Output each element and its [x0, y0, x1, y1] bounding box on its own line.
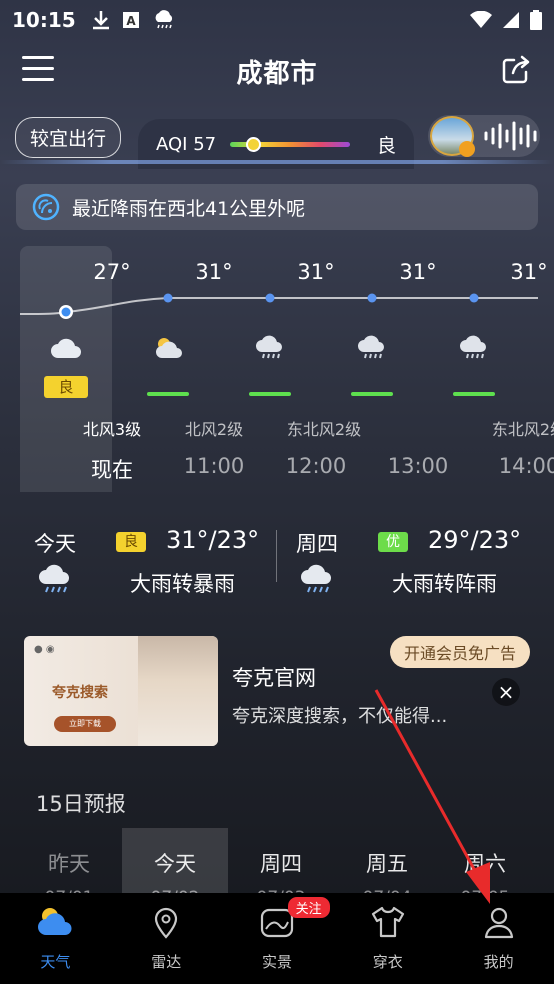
day-label: 周四	[296, 532, 338, 556]
tab-label: 雷达	[151, 953, 182, 971]
hour-column[interactable]: 31° 13:00	[326, 246, 448, 492]
aqi-value: 57	[193, 133, 217, 155]
hourly-forecast[interactable]: 27° 良 北风3级 现在 31° 北风2级 11:00 31° 东北风2级 1…	[16, 246, 554, 494]
forecast-tab-label: 今天	[154, 852, 196, 876]
radar-icon	[32, 193, 60, 221]
battery-icon	[530, 10, 542, 30]
day-aqi-badge: 良	[116, 532, 146, 552]
download-icon	[92, 11, 109, 30]
rain-icon	[39, 564, 69, 593]
forecast-tab[interactable]: 昨天 07/01	[16, 828, 122, 908]
tab-profile[interactable]: 我的	[443, 893, 554, 984]
travel-chip[interactable]: 较宜出行	[15, 117, 122, 158]
font-icon: A	[122, 12, 139, 28]
hour-time: 14:00	[498, 454, 554, 478]
tab-photos[interactable]: 关注 实景	[222, 893, 333, 984]
partly-cloudy-icon	[156, 338, 182, 358]
tab-clothing[interactable]: 穿衣	[332, 893, 443, 984]
profile-icon	[484, 907, 513, 939]
radar-location-icon	[155, 907, 178, 939]
day-temp: 31°/23°	[166, 526, 260, 554]
city-title[interactable]: 成都市	[236, 53, 317, 90]
status-bar: 10:15 A	[0, 0, 554, 40]
day-card-tomorrow[interactable]: 周四 优 29°/23° 大雨转阵雨	[278, 510, 528, 598]
tab-radar[interactable]: 雷达	[111, 893, 222, 984]
rain-icon	[358, 335, 384, 359]
vip-remove-ads-button[interactable]: 开通会员免广告	[389, 636, 530, 668]
forecast-tab-label: 周五	[366, 852, 408, 876]
share-icon[interactable]	[500, 54, 532, 86]
close-icon[interactable]: ×	[492, 678, 520, 706]
rain-icon	[301, 564, 331, 593]
divider	[276, 530, 277, 582]
ad-image-title: 夸克搜索	[52, 685, 108, 701]
forecast-tab-label: 周六	[464, 852, 506, 876]
hour-column[interactable]: 31° 北风2级 11:00	[122, 246, 244, 492]
forecast-title: 15日预报	[36, 792, 126, 816]
header: 成都市	[0, 48, 554, 94]
menu-icon[interactable]	[22, 56, 54, 84]
aqi-scale-bar	[230, 136, 351, 152]
forecast-tab-label: 周四	[260, 852, 302, 876]
hour-column-now[interactable]: 27° 良 北风3级 现在	[20, 246, 141, 492]
forecast-tabs: 昨天 07/01 今天 07/02 周四 07/03 周五 07/04 周六 0…	[16, 828, 538, 908]
aqi-bar	[147, 392, 189, 396]
rain-status-icon	[155, 10, 172, 29]
hour-wind: 东北风2级	[491, 420, 554, 439]
tab-weather[interactable]: 天气	[0, 893, 111, 984]
aqi-badge: 良	[44, 376, 88, 398]
tab-label: 实景	[261, 953, 292, 971]
day-aqi-badge: 优	[378, 532, 408, 552]
ad-image[interactable]: ● ◉ 夸克搜索 立即下载	[24, 636, 218, 746]
divider-glow	[0, 160, 554, 164]
hour-temp: 31°	[510, 260, 548, 284]
aqi-indicator-dot	[245, 136, 261, 152]
follow-badge: 关注	[287, 897, 330, 918]
rain-icon	[460, 335, 486, 359]
aqi-bar	[453, 392, 495, 396]
aqi-bar	[249, 392, 291, 396]
forecast-tab-today[interactable]: 今天 07/02	[122, 828, 228, 908]
aqi-level: 良	[376, 134, 396, 157]
day-desc: 大雨转暴雨	[130, 572, 235, 596]
wifi-icon	[470, 11, 492, 28]
rain-icon	[256, 335, 282, 359]
audio-wave-icon	[484, 121, 537, 151]
hour-column[interactable]: 31° 东北风2级 14:00	[428, 246, 554, 492]
shirt-icon	[371, 906, 404, 938]
tab-label: 穿衣	[372, 953, 403, 971]
ad-image-download-button: 立即下载	[54, 716, 116, 732]
tab-label: 我的	[483, 953, 514, 971]
daily-summary: 今天 良 31°/23° 大雨转暴雨 周四 优 29°/23° 大雨转阵雨	[16, 510, 538, 598]
play-icon	[459, 141, 475, 157]
signal-icon	[503, 12, 519, 28]
video-thumbnail	[430, 116, 475, 157]
svg-text:A: A	[126, 14, 136, 28]
day-temp: 29°/23°	[428, 526, 522, 554]
rain-notice-text: 最近降雨在西北41公里外呢	[72, 197, 306, 220]
forecast-tab[interactable]: 周六 07/05	[432, 828, 538, 908]
ad-image-logo-icon: ● ◉	[34, 644, 55, 655]
ad-desc: 夸克深度搜索，不仅能得...	[232, 706, 448, 727]
day-desc: 大雨转阵雨	[392, 572, 497, 596]
tab-label: 天气	[40, 953, 71, 971]
ad-card[interactable]: ● ◉ 夸克搜索 立即下载 开通会员免广告 夸克官网 夸克深度搜索，不仅能得..…	[16, 620, 538, 756]
aqi-label: AQI	[156, 133, 188, 155]
forecast-tab-label: 昨天	[48, 852, 90, 876]
day-card-today[interactable]: 今天 良 31°/23° 大雨转暴雨	[16, 510, 266, 598]
ad-image-person	[138, 636, 218, 746]
rain-notice[interactable]: 最近降雨在西北41公里外呢	[16, 184, 538, 230]
day-label: 今天	[34, 532, 76, 556]
bottom-tab-bar: 天气 雷达 关注 实景 穿衣 我的	[0, 893, 554, 984]
hour-column[interactable]: 31° 东北风2级 12:00	[224, 246, 361, 492]
status-time: 10:15	[12, 8, 76, 32]
weather-video-button[interactable]	[428, 115, 540, 157]
aqi-row: 较宜出行 AQI 57 良	[0, 115, 554, 169]
forecast-tab[interactable]: 周四 07/03	[228, 828, 334, 908]
forecast-tab[interactable]: 周五 07/04	[334, 828, 440, 908]
cloud-icon	[51, 338, 81, 358]
aqi-bar	[351, 392, 393, 396]
weather-icon	[38, 908, 72, 935]
ad-title: 夸克官网	[232, 666, 316, 690]
